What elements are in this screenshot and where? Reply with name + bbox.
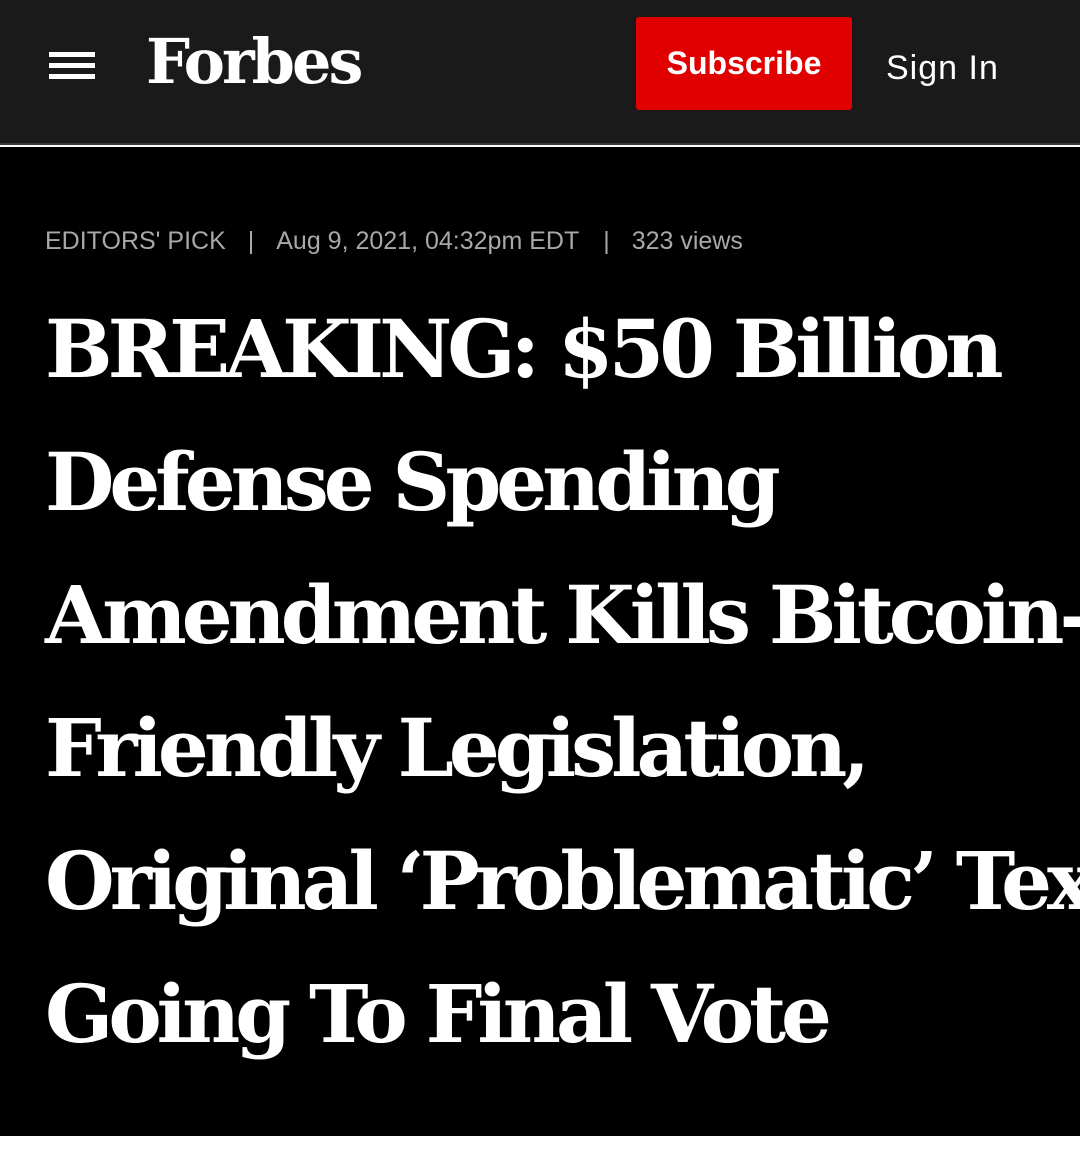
article-meta: EDITORS' PICK | Aug 9, 2021, 04:32pm EDT | 3…: [45, 225, 743, 257]
subscribe-button[interactable]: Subscribe: [636, 17, 852, 110]
menu-bar-line: [49, 63, 95, 68]
headline-line: Amendment Kills Bitcoin-: [45, 568, 1080, 662]
meta-separator: |: [247, 227, 255, 255]
menu-bar-line: [49, 52, 95, 57]
headline-line: Original ‘Problematic’ Text: [45, 834, 1080, 928]
page: Forbes Subscribe Sign In EDITORS' PICK | A…: [0, 0, 1080, 1154]
headline-line: Defense Spending: [45, 435, 781, 529]
headline-line: BREAKING: $50 Billion: [45, 302, 1003, 396]
forbes-logo[interactable]: Forbes: [146, 22, 363, 102]
view-count: 323 views: [631, 227, 743, 255]
headline-line: Going To Final Vote: [45, 967, 832, 1061]
top-navigation-bar: Forbes Subscribe Sign In: [0, 0, 1080, 145]
article-headline: BREAKING: $50 Billion Defense Spending A…: [45, 283, 1080, 1081]
page-bottom-strip: [0, 1136, 1080, 1154]
sign-in-link[interactable]: Sign In: [886, 44, 999, 92]
menu-bar-line: [49, 74, 95, 79]
article-hero: EDITORS' PICK | Aug 9, 2021, 04:32pm EDT | 3…: [0, 147, 1080, 1136]
publish-timestamp: Aug 9, 2021, 04:32pm EDT: [276, 227, 580, 255]
meta-separator: |: [603, 227, 610, 255]
category-label[interactable]: EDITORS' PICK: [45, 227, 226, 255]
headline-line: Friendly Legislation,: [45, 701, 870, 795]
hamburger-menu-icon[interactable]: [49, 50, 95, 80]
